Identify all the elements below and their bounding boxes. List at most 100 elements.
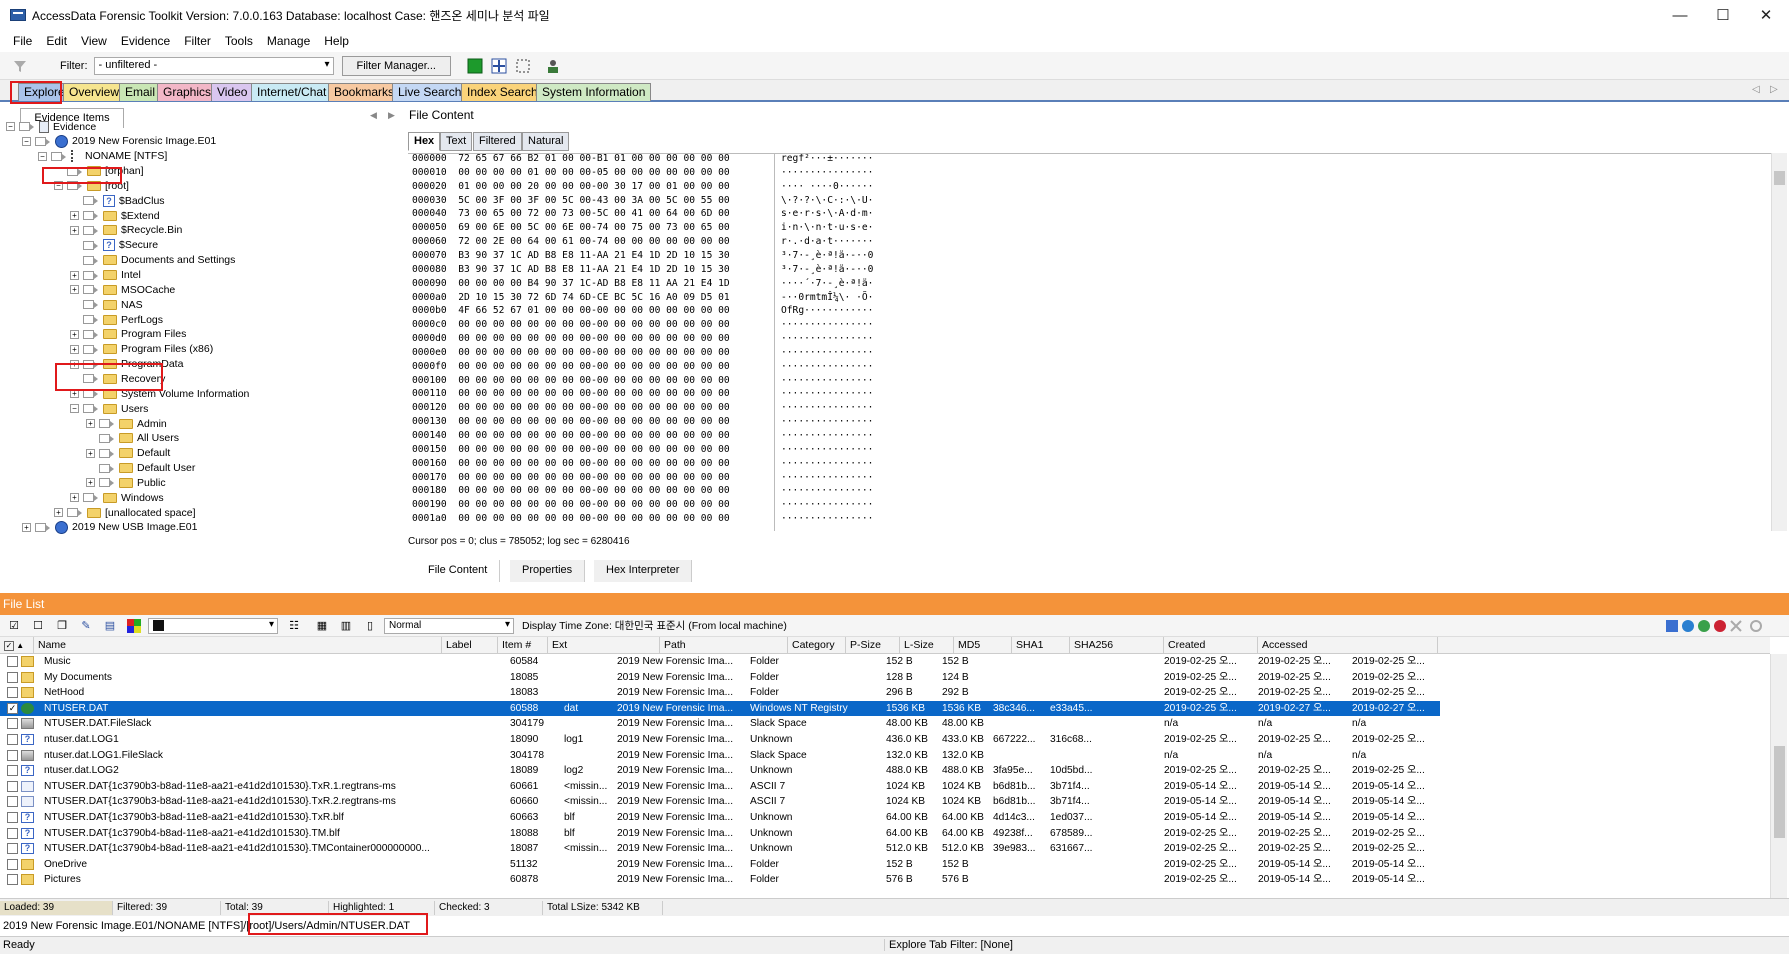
tree-node[interactable]: + Admin xyxy=(86,416,167,431)
menu-filter[interactable]: Filter xyxy=(177,34,218,48)
column-header[interactable]: Accessed xyxy=(1258,637,1438,654)
tree-expander-icon[interactable]: + xyxy=(86,478,95,488)
globe-icons[interactable] xyxy=(1664,618,1764,637)
tab-bookmarks[interactable]: Bookmarks xyxy=(328,83,401,101)
tree-expander-icon[interactable]: + xyxy=(54,508,63,518)
tree-expander-icon[interactable]: + xyxy=(70,285,79,295)
column-header[interactable]: MD5 xyxy=(954,637,1012,654)
table-row[interactable]: ? NTUSER.DAT{1c3790b4-b8ad-11e8-aa21-e41d… xyxy=(0,841,1440,857)
tab-scroll-left-icon[interactable]: ◁ xyxy=(1752,84,1760,95)
tree-node[interactable]: + Program Files (x86) xyxy=(70,342,213,357)
tree-node[interactable]: + MSOCache xyxy=(70,282,175,297)
menu-evidence[interactable]: Evidence xyxy=(114,34,177,48)
row-checkbox[interactable] xyxy=(7,734,18,745)
hex-view[interactable]: 000000 72 65 67 66 B2 01 00 00-B1 01 00 … xyxy=(408,153,1781,531)
tab-filtered[interactable]: Filtered xyxy=(473,132,522,151)
menu-edit[interactable]: Edit xyxy=(39,34,74,48)
tree-checkbox[interactable] xyxy=(35,522,50,532)
row-checkbox[interactable] xyxy=(7,843,18,855)
filter-select[interactable]: - unfiltered - xyxy=(93,56,334,75)
column-header[interactable]: SHA256 xyxy=(1070,637,1164,654)
table-row[interactable]: ? NTUSER.DAT{1c3790b4-b8ad-11e8-aa21-e41d… xyxy=(0,826,1440,842)
tab-file-content[interactable]: File Content xyxy=(416,560,501,582)
menu-tools[interactable]: Tools xyxy=(218,34,260,48)
tree-checkbox[interactable] xyxy=(51,151,66,161)
tree-expander-icon[interactable]: − xyxy=(38,151,47,161)
tree-expander-icon[interactable]: + xyxy=(86,419,95,428)
row-checkbox[interactable] xyxy=(7,718,18,730)
tree-node[interactable]: All Users xyxy=(86,431,179,446)
menu-view[interactable]: View xyxy=(74,34,114,48)
tab-video[interactable]: Video xyxy=(211,83,254,101)
detail-view-icon[interactable]: ▥ xyxy=(336,616,356,636)
tree-checkbox[interactable] xyxy=(83,270,98,280)
row-checkbox[interactable] xyxy=(7,780,18,792)
pen-icon[interactable]: ✎ xyxy=(76,616,96,636)
uncheck-icon[interactable]: ☐ xyxy=(28,616,48,636)
column-layout-icon[interactable]: ▯ xyxy=(360,616,380,636)
hex-scrollbar[interactable] xyxy=(1771,153,1787,531)
tree-checkbox[interactable] xyxy=(19,122,34,131)
tab-email[interactable]: Email xyxy=(119,83,162,101)
tree-node[interactable]: − Evidence xyxy=(6,119,96,134)
tab-text[interactable]: Text xyxy=(440,132,473,151)
tab-hex[interactable]: Hex xyxy=(408,132,441,151)
people-icon[interactable] xyxy=(543,56,563,76)
tree-node[interactable]: [orphan] xyxy=(54,164,144,179)
column-header[interactable]: Path xyxy=(660,637,788,654)
tree-node[interactable]: − Users xyxy=(70,401,148,416)
color-grid-icon[interactable] xyxy=(124,616,144,636)
tree-checkbox[interactable] xyxy=(67,508,82,518)
tree-node[interactable]: Documents and Settings xyxy=(70,253,235,268)
tree-node[interactable]: + $Recycle.Bin xyxy=(70,223,182,238)
tree-checkbox[interactable] xyxy=(35,136,50,146)
table-row[interactable]: ✓ NTUSER.DAT 60588 dat 2019 New Forensic Ima… xyxy=(0,700,1440,717)
grid-view-icon[interactable]: ▦ xyxy=(312,616,332,636)
select-box-icon[interactable] xyxy=(513,56,533,76)
tab-live-search[interactable]: Live Search xyxy=(392,83,468,101)
row-checkbox[interactable] xyxy=(7,874,18,886)
tree-node[interactable]: + $Extend xyxy=(70,208,160,223)
table-row[interactable]: ? NTUSER.DAT{1c3790b3-b8ad-11e8-aa21-e41d… xyxy=(0,810,1440,826)
tree-expander-icon[interactable]: + xyxy=(70,344,79,354)
tree-node[interactable]: + Program Files xyxy=(70,327,186,342)
close-button[interactable]: ✕ xyxy=(1743,0,1789,30)
row-checkbox[interactable] xyxy=(7,749,18,761)
tree-checkbox[interactable] xyxy=(67,166,82,176)
tab-overview[interactable]: Overview xyxy=(63,83,126,101)
menu-file[interactable]: File xyxy=(6,34,39,48)
column-header[interactable]: Item # xyxy=(498,637,548,654)
tree-node[interactable]: + Public xyxy=(86,475,166,490)
column-header[interactable]: SHA1 xyxy=(1012,637,1070,654)
check-all-icon[interactable]: ☑ xyxy=(4,616,24,636)
menu-manage[interactable]: Manage xyxy=(260,34,317,48)
tree-node[interactable]: + Windows xyxy=(70,490,164,505)
tab-hex-interpreter[interactable]: Hex Interpreter xyxy=(594,560,693,582)
tree-node[interactable]: + Default xyxy=(86,446,170,461)
copy-icon[interactable]: ❐ xyxy=(52,616,72,636)
row-checkbox[interactable] xyxy=(7,656,18,667)
tree-checkbox[interactable] xyxy=(83,211,98,221)
tab-properties[interactable]: Properties xyxy=(510,560,586,582)
tree-node[interactable]: + ProgramData xyxy=(70,357,183,372)
tree-checkbox[interactable] xyxy=(83,359,98,369)
table-row[interactable]: Pictures 60878 2019 New Forensic Ima... Fol… xyxy=(0,872,1440,888)
row-checkbox[interactable] xyxy=(7,687,18,699)
table-row[interactable]: NTUSER.DAT{1c3790b3-b8ad-11e8-aa21-e41d2… xyxy=(0,794,1440,810)
table-row[interactable]: NTUSER.DAT{1c3790b3-b8ad-11e8-aa21-e41d2… xyxy=(0,779,1440,795)
tree-checkbox[interactable] xyxy=(83,285,98,295)
tree-node[interactable]: + [unallocated space] xyxy=(54,505,195,520)
panel-left-arrow-icon[interactable]: ◀ xyxy=(370,110,377,121)
menu-help[interactable]: Help xyxy=(317,34,356,48)
tree-checkbox[interactable] xyxy=(83,374,98,384)
row-checkbox[interactable] xyxy=(7,671,18,683)
tab-index-search[interactable]: Index Search xyxy=(461,83,544,101)
columns-icon[interactable]: ☷ xyxy=(284,616,304,636)
tab-internet-chat[interactable]: Internet/Chat xyxy=(251,83,333,101)
select-all-header[interactable]: ✓ ▲ xyxy=(0,637,34,654)
funnel-icon[interactable] xyxy=(10,56,30,76)
table-row[interactable]: ? ntuser.dat.LOG2 18089 log2 2019 New Forens… xyxy=(0,763,1440,779)
tree-expander-icon[interactable]: − xyxy=(6,122,15,131)
tree-node[interactable]: − [root] xyxy=(54,178,129,193)
column-header[interactable]: L-Size xyxy=(900,637,954,654)
